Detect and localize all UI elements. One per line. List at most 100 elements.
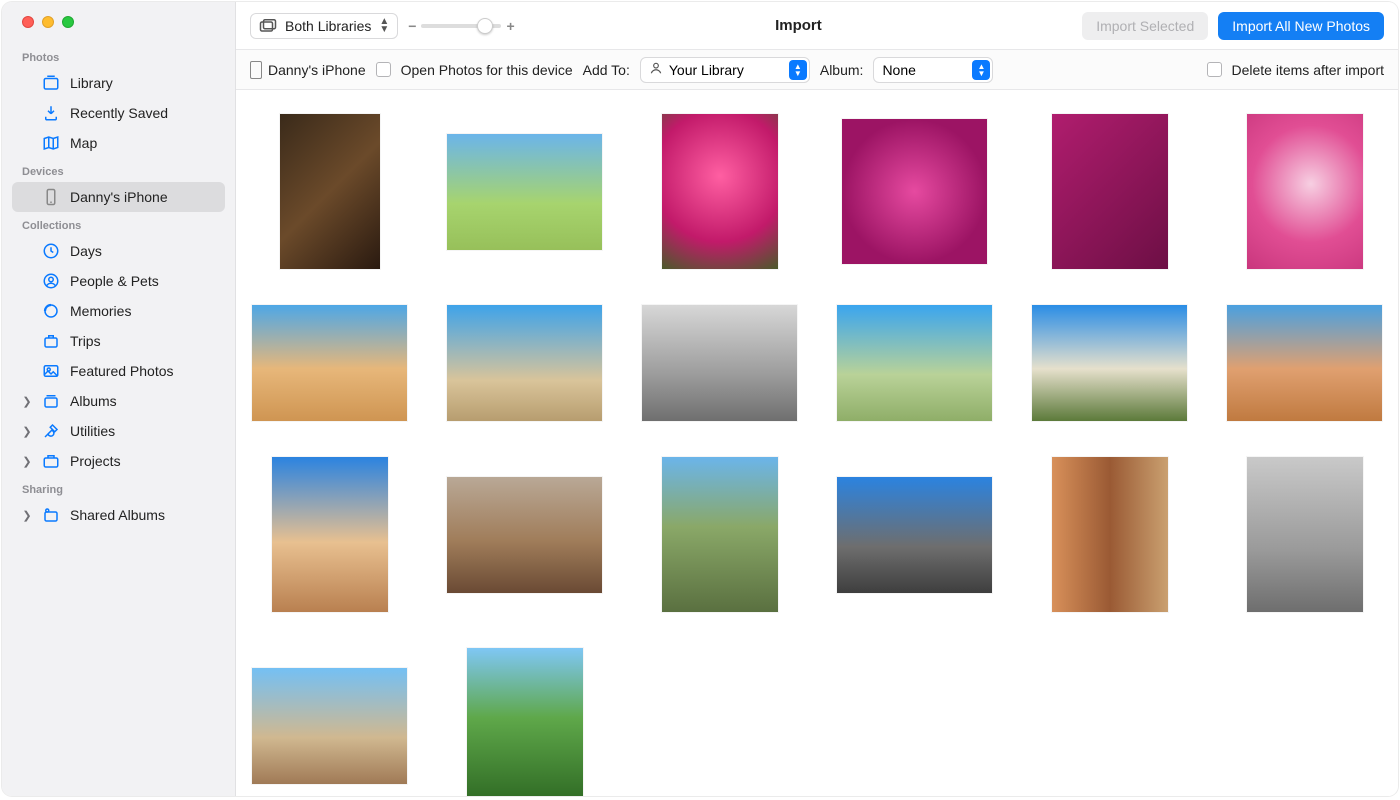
album-select[interactable]: None ▲▼ bbox=[873, 57, 993, 83]
photo-thumbnail[interactable] bbox=[842, 119, 987, 264]
briefcase-icon bbox=[42, 452, 60, 470]
sidebar-section-devices: Devices bbox=[12, 158, 225, 182]
chevron-right-icon[interactable]: ❯ bbox=[22, 455, 32, 468]
sidebar-label: People & Pets bbox=[70, 273, 159, 289]
sidebar-label: Projects bbox=[70, 453, 121, 469]
library-icon bbox=[42, 74, 60, 92]
import-all-button[interactable]: Import All New Photos bbox=[1218, 12, 1384, 40]
photo-thumbnail[interactable] bbox=[272, 457, 388, 612]
sidebar-item-albums[interactable]: ❯ Albums bbox=[12, 386, 225, 416]
zoom-control: − + bbox=[408, 18, 514, 34]
sidebar-item-shared-albums[interactable]: ❯ Shared Albums bbox=[12, 500, 225, 530]
sidebar-item-library[interactable]: Library bbox=[12, 68, 225, 98]
album-label: Album: bbox=[820, 62, 864, 78]
delete-after-import-checkbox[interactable] bbox=[1207, 62, 1222, 77]
add-to-select[interactable]: Your Library ▲▼ bbox=[640, 57, 810, 83]
sidebar-label: Recently Saved bbox=[70, 105, 168, 121]
chevron-right-icon[interactable]: ❯ bbox=[22, 509, 32, 522]
photo-thumbnail[interactable] bbox=[1227, 305, 1382, 421]
sidebar-item-featured-photos[interactable]: Featured Photos bbox=[12, 356, 225, 386]
photo-thumbnail[interactable] bbox=[252, 305, 407, 421]
person-icon bbox=[42, 272, 60, 290]
sidebar-item-people-pets[interactable]: People & Pets bbox=[12, 266, 225, 296]
sidebar-item-map[interactable]: Map bbox=[12, 128, 225, 158]
main-area: Both Libraries ▲▼ − + Import Import Sele… bbox=[236, 2, 1398, 796]
minimize-window-button[interactable] bbox=[42, 16, 54, 28]
delete-after-import-label: Delete items after import bbox=[1232, 62, 1385, 78]
sidebar: Photos Library Recently Saved Map Device… bbox=[2, 2, 236, 796]
sidebar-label: Danny's iPhone bbox=[70, 189, 168, 205]
updown-icon: ▲▼ bbox=[379, 18, 389, 34]
close-window-button[interactable] bbox=[22, 16, 34, 28]
person-icon bbox=[649, 61, 663, 78]
photo-thumbnail[interactable] bbox=[280, 114, 380, 269]
image-icon bbox=[42, 362, 60, 380]
sidebar-section-photos: Photos bbox=[12, 44, 225, 68]
stack-icon bbox=[42, 392, 60, 410]
window-controls bbox=[12, 12, 225, 44]
photo-thumbnail[interactable] bbox=[662, 457, 778, 612]
photo-thumbnail[interactable] bbox=[1247, 114, 1363, 269]
memories-icon bbox=[42, 302, 60, 320]
sidebar-item-recently-saved[interactable]: Recently Saved bbox=[12, 98, 225, 128]
sidebar-label: Memories bbox=[70, 303, 131, 319]
open-photos-checkbox[interactable] bbox=[376, 62, 391, 77]
photo-thumbnail[interactable] bbox=[1052, 114, 1168, 269]
photo-thumbnail[interactable] bbox=[447, 305, 602, 421]
updown-icon: ▲▼ bbox=[789, 60, 807, 80]
photo-thumbnail[interactable] bbox=[1052, 457, 1168, 612]
sidebar-label: Trips bbox=[70, 333, 101, 349]
sidebar-item-device-iphone[interactable]: Danny's iPhone bbox=[12, 182, 225, 212]
photo-thumbnail[interactable] bbox=[447, 477, 602, 593]
photo-thumbnail[interactable] bbox=[467, 648, 583, 796]
photo-thumbnail[interactable] bbox=[447, 134, 602, 250]
zoom-slider[interactable] bbox=[421, 24, 501, 28]
open-photos-label: Open Photos for this device bbox=[401, 62, 573, 78]
photo-grid-area[interactable] bbox=[236, 90, 1398, 796]
sidebar-item-days[interactable]: Days bbox=[12, 236, 225, 266]
updown-icon: ▲▼ bbox=[972, 60, 990, 80]
zoom-slider-knob[interactable] bbox=[477, 18, 493, 34]
zoom-in-button[interactable]: + bbox=[506, 18, 514, 34]
photo-thumbnail[interactable] bbox=[642, 305, 797, 421]
map-icon bbox=[42, 134, 60, 152]
sidebar-section-sharing: Sharing bbox=[12, 476, 225, 500]
zoom-out-button[interactable]: − bbox=[408, 18, 416, 34]
tools-icon bbox=[42, 422, 60, 440]
sidebar-label: Days bbox=[70, 243, 102, 259]
photo-thumbnail[interactable] bbox=[252, 668, 407, 784]
add-to-label: Add To: bbox=[583, 62, 630, 78]
photo-thumbnail[interactable] bbox=[1032, 305, 1187, 421]
library-selector[interactable]: Both Libraries ▲▼ bbox=[250, 13, 398, 39]
download-icon bbox=[42, 104, 60, 122]
sidebar-item-utilities[interactable]: ❯ Utilities bbox=[12, 416, 225, 446]
photo-thumbnail[interactable] bbox=[837, 305, 992, 421]
import-selected-button[interactable]: Import Selected bbox=[1082, 12, 1208, 40]
chevron-right-icon[interactable]: ❯ bbox=[22, 425, 32, 438]
chevron-right-icon[interactable]: ❯ bbox=[22, 395, 32, 408]
photo-thumbnail[interactable] bbox=[1247, 457, 1363, 612]
sidebar-label: Featured Photos bbox=[70, 363, 174, 379]
toolbar: Both Libraries ▲▼ − + Import Import Sele… bbox=[236, 2, 1398, 50]
clock-icon bbox=[42, 242, 60, 260]
photo-thumbnail[interactable] bbox=[837, 477, 992, 593]
photo-grid bbox=[252, 114, 1382, 796]
device-name: Danny's iPhone bbox=[268, 62, 366, 78]
sidebar-label: Shared Albums bbox=[70, 507, 165, 523]
sidebar-label: Utilities bbox=[70, 423, 115, 439]
album-value: None bbox=[882, 62, 915, 78]
sidebar-item-memories[interactable]: Memories bbox=[12, 296, 225, 326]
suitcase-icon bbox=[42, 332, 60, 350]
phone-icon bbox=[250, 61, 262, 79]
fullscreen-window-button[interactable] bbox=[62, 16, 74, 28]
sidebar-label: Albums bbox=[70, 393, 117, 409]
photos-library-icon bbox=[259, 19, 277, 33]
add-to-value: Your Library bbox=[669, 62, 744, 78]
sidebar-item-trips[interactable]: Trips bbox=[12, 326, 225, 356]
sidebar-item-projects[interactable]: ❯ Projects bbox=[12, 446, 225, 476]
photo-thumbnail[interactable] bbox=[662, 114, 778, 269]
window-title: Import bbox=[525, 17, 1073, 34]
library-selector-label: Both Libraries bbox=[285, 18, 371, 34]
sidebar-section-collections: Collections bbox=[12, 212, 225, 236]
sidebar-label: Library bbox=[70, 75, 113, 91]
